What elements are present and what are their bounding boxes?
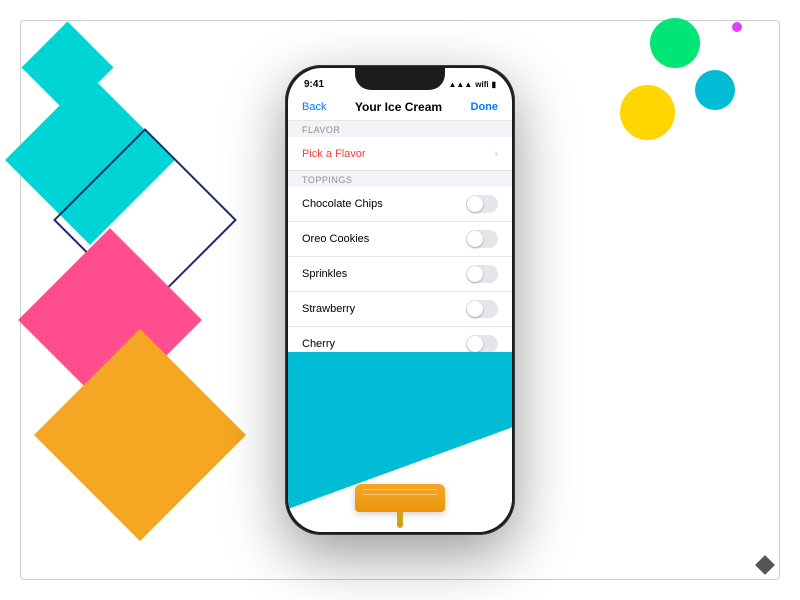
chocolate-chips-row: Chocolate Chips — [288, 187, 512, 222]
oreo-cookies-row: Oreo Cookies — [288, 222, 512, 257]
orange-square — [34, 329, 246, 541]
ice-cream-illustration — [288, 352, 512, 532]
oreo-cookies-toggle[interactable] — [466, 230, 498, 248]
cherry-toggle[interactable] — [466, 335, 498, 353]
blue-diamond — [53, 128, 237, 312]
waffle-pattern — [363, 489, 437, 495]
phone-notch — [355, 68, 445, 90]
waffle-line-1 — [363, 489, 437, 490]
ice-cream-bar — [355, 484, 445, 512]
sprinkles-label: Sprinkles — [302, 268, 347, 280]
status-icons: ▲▲▲ wifi ▮ — [448, 80, 496, 89]
oreo-cookies-label: Oreo Cookies — [302, 233, 369, 245]
strawberry-toggle[interactable] — [466, 300, 498, 318]
pick-flavor-row[interactable]: Pick a Flavor › — [288, 137, 512, 171]
toppings-section-header: TOPPINGS — [288, 171, 512, 187]
pick-flavor-label: Pick a Flavor — [302, 148, 366, 160]
yellow-circle — [620, 85, 675, 140]
status-time: 9:41 — [304, 79, 324, 90]
navigation-bar: Back Your Ice Cream Done — [288, 96, 512, 121]
signal-icon: ▲▲▲ — [448, 80, 472, 89]
flavor-section-header: FLAVOR — [288, 121, 512, 137]
phone-screen: 9:41 ▲▲▲ wifi ▮ Back Your Ice Cream Done… — [288, 68, 512, 532]
green-circle — [650, 18, 700, 68]
sprinkles-toggle[interactable] — [466, 265, 498, 283]
wifi-icon: wifi — [475, 80, 488, 89]
cherry-label: Cherry — [302, 338, 335, 350]
phone-outer-shell: 9:41 ▲▲▲ wifi ▮ Back Your Ice Cream Done… — [285, 65, 515, 535]
diamond-bottom-right — [755, 555, 775, 575]
back-button[interactable]: Back — [302, 101, 326, 113]
waffle-line-2 — [363, 494, 437, 495]
chevron-right-icon: › — [494, 148, 498, 160]
strawberry-label: Strawberry — [302, 303, 355, 315]
cyan-small-square — [22, 22, 114, 114]
teal-circle — [695, 70, 735, 110]
chocolate-chips-label: Chocolate Chips — [302, 198, 383, 210]
magenta-dot — [732, 22, 742, 32]
sprinkles-row: Sprinkles — [288, 257, 512, 292]
strawberry-row: Strawberry — [288, 292, 512, 327]
chocolate-chips-toggle[interactable] — [466, 195, 498, 213]
pink-square — [18, 228, 202, 412]
cyan-square — [5, 75, 175, 245]
nav-title: Your Ice Cream — [355, 100, 442, 114]
phone-mockup: 9:41 ▲▲▲ wifi ▮ Back Your Ice Cream Done… — [285, 65, 515, 535]
battery-icon: ▮ — [492, 80, 496, 89]
done-button[interactable]: Done — [471, 101, 499, 113]
